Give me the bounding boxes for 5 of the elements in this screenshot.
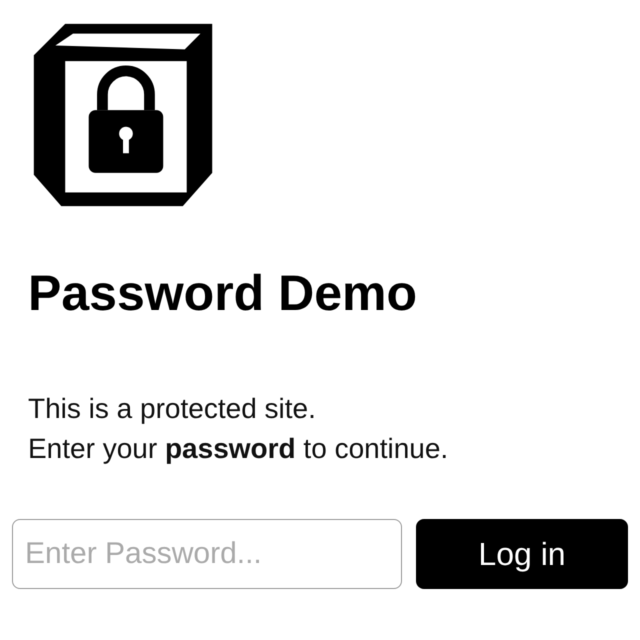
- login-button[interactable]: Log in: [416, 519, 628, 589]
- intro-text: This is a protected site.: [28, 392, 317, 426]
- page-title: Password Demo: [28, 266, 418, 321]
- password-field[interactable]: Enter Password...: [12, 519, 402, 589]
- intro-text: Enter your password to continue.: [28, 432, 450, 466]
